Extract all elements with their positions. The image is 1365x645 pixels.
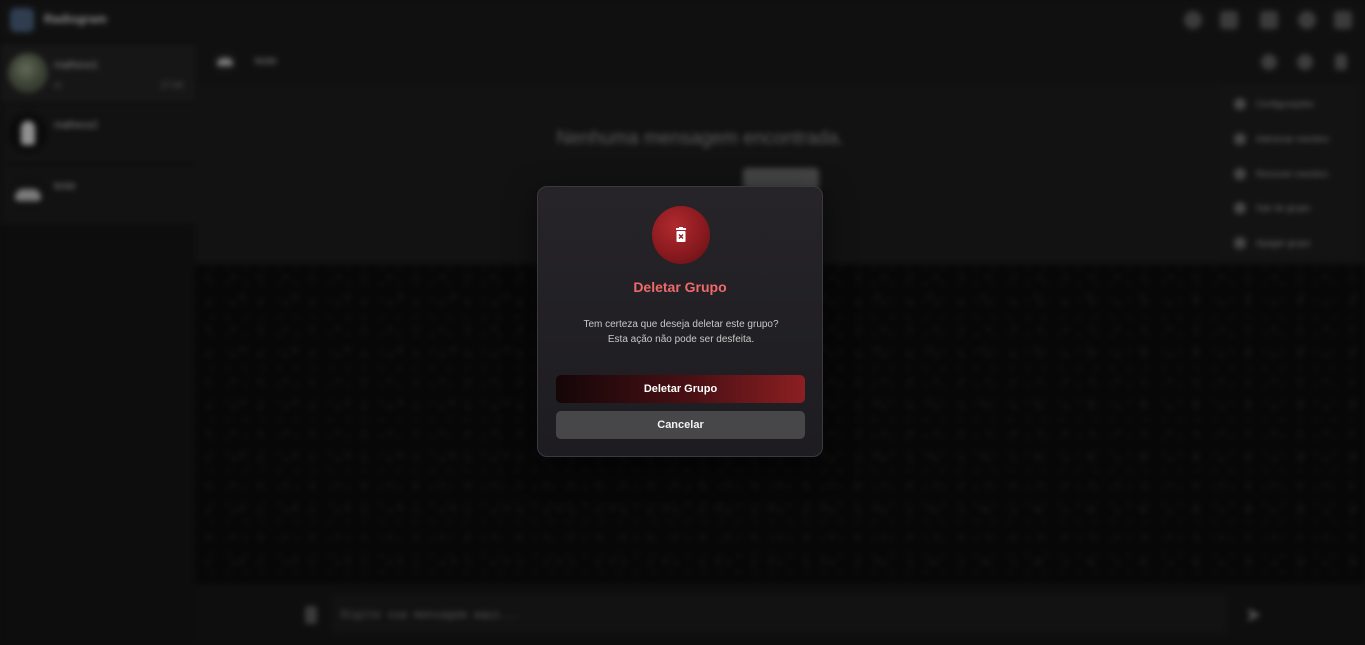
- dialog-message-line: Esta ação não pode ser desfeita.: [607, 334, 755, 345]
- dialog-title: Deletar Grupo: [633, 279, 727, 295]
- cancel-button[interactable]: Cancelar: [556, 411, 805, 439]
- dialog-message-line: Tem certeza que deseja deletar este grup…: [583, 319, 779, 330]
- dialog-message: Tem certeza que deseja deletar este grup…: [558, 317, 804, 347]
- trash-icon: [652, 206, 710, 264]
- confirm-delete-button[interactable]: Deletar Grupo: [556, 375, 805, 403]
- delete-group-dialog: Deletar Grupo Tem certeza que deseja del…: [537, 186, 823, 457]
